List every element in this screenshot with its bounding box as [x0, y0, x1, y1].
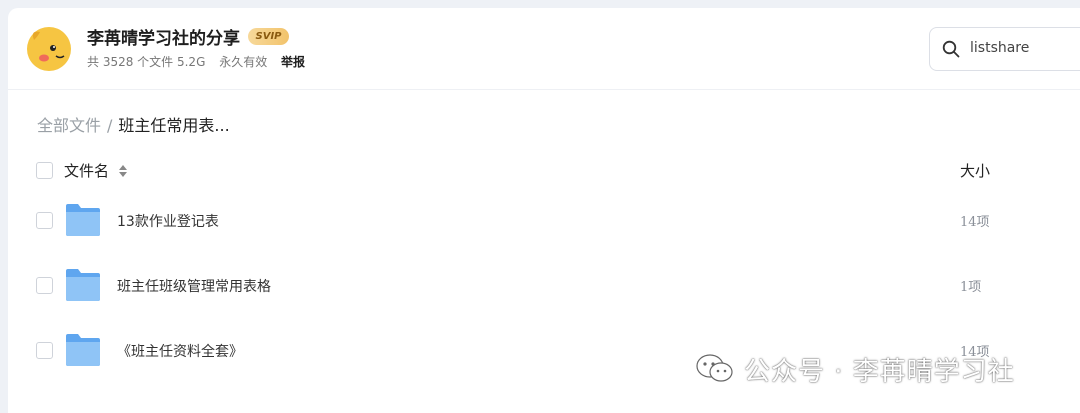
- search-icon[interactable]: [942, 40, 960, 58]
- select-all-checkbox[interactable]: [36, 162, 53, 179]
- search-box[interactable]: listshare: [929, 27, 1080, 71]
- validity: 永久有效: [219, 55, 268, 69]
- folder-icon: [64, 332, 102, 368]
- breadcrumb-current: 班主任常用表...: [118, 116, 230, 135]
- file-size: 1项: [960, 280, 982, 295]
- breadcrumb: 全部文件 / 班主任常用表...: [37, 112, 230, 136]
- share-header: 李苒晴学习社的分享 SVIP 共 3528 个文件 5.2G 永久有效 举报 l…: [8, 8, 1080, 90]
- folder-icon: [64, 202, 102, 238]
- row-checkbox[interactable]: [36, 212, 53, 229]
- table-row[interactable]: 班主任班级管理常用表格 1项: [8, 253, 1080, 317]
- folder-icon: [64, 267, 102, 303]
- share-title: 李苒晴学习社的分享: [87, 29, 240, 49]
- avatar: [26, 26, 72, 72]
- file-count: 共 3528 个文件 5.2G: [87, 55, 206, 69]
- breadcrumb-root[interactable]: 全部文件: [37, 116, 101, 135]
- row-checkbox[interactable]: [36, 342, 53, 359]
- svip-badge: SVIP: [248, 28, 289, 45]
- file-name[interactable]: 13款作业登记表: [117, 211, 219, 231]
- file-name[interactable]: 《班主任资料全套》: [117, 341, 243, 361]
- wechat-icon: [695, 353, 735, 385]
- breadcrumb-separator: /: [107, 116, 113, 135]
- report-link[interactable]: 举报: [281, 55, 305, 69]
- sort-icon[interactable]: [118, 163, 128, 177]
- table-row[interactable]: 13款作业登记表 14项: [8, 188, 1080, 252]
- share-meta: 共 3528 个文件 5.2G 永久有效 举报: [87, 53, 315, 70]
- file-name[interactable]: 班主任班级管理常用表格: [117, 276, 271, 296]
- watermark-text: 公众号 · 李苒晴学习社: [744, 357, 1015, 387]
- row-checkbox[interactable]: [36, 277, 53, 294]
- file-size: 14项: [960, 215, 990, 230]
- search-input[interactable]: listshare: [970, 40, 1029, 56]
- column-header-name[interactable]: 文件名: [64, 160, 109, 181]
- column-header-size: 大小: [960, 162, 991, 180]
